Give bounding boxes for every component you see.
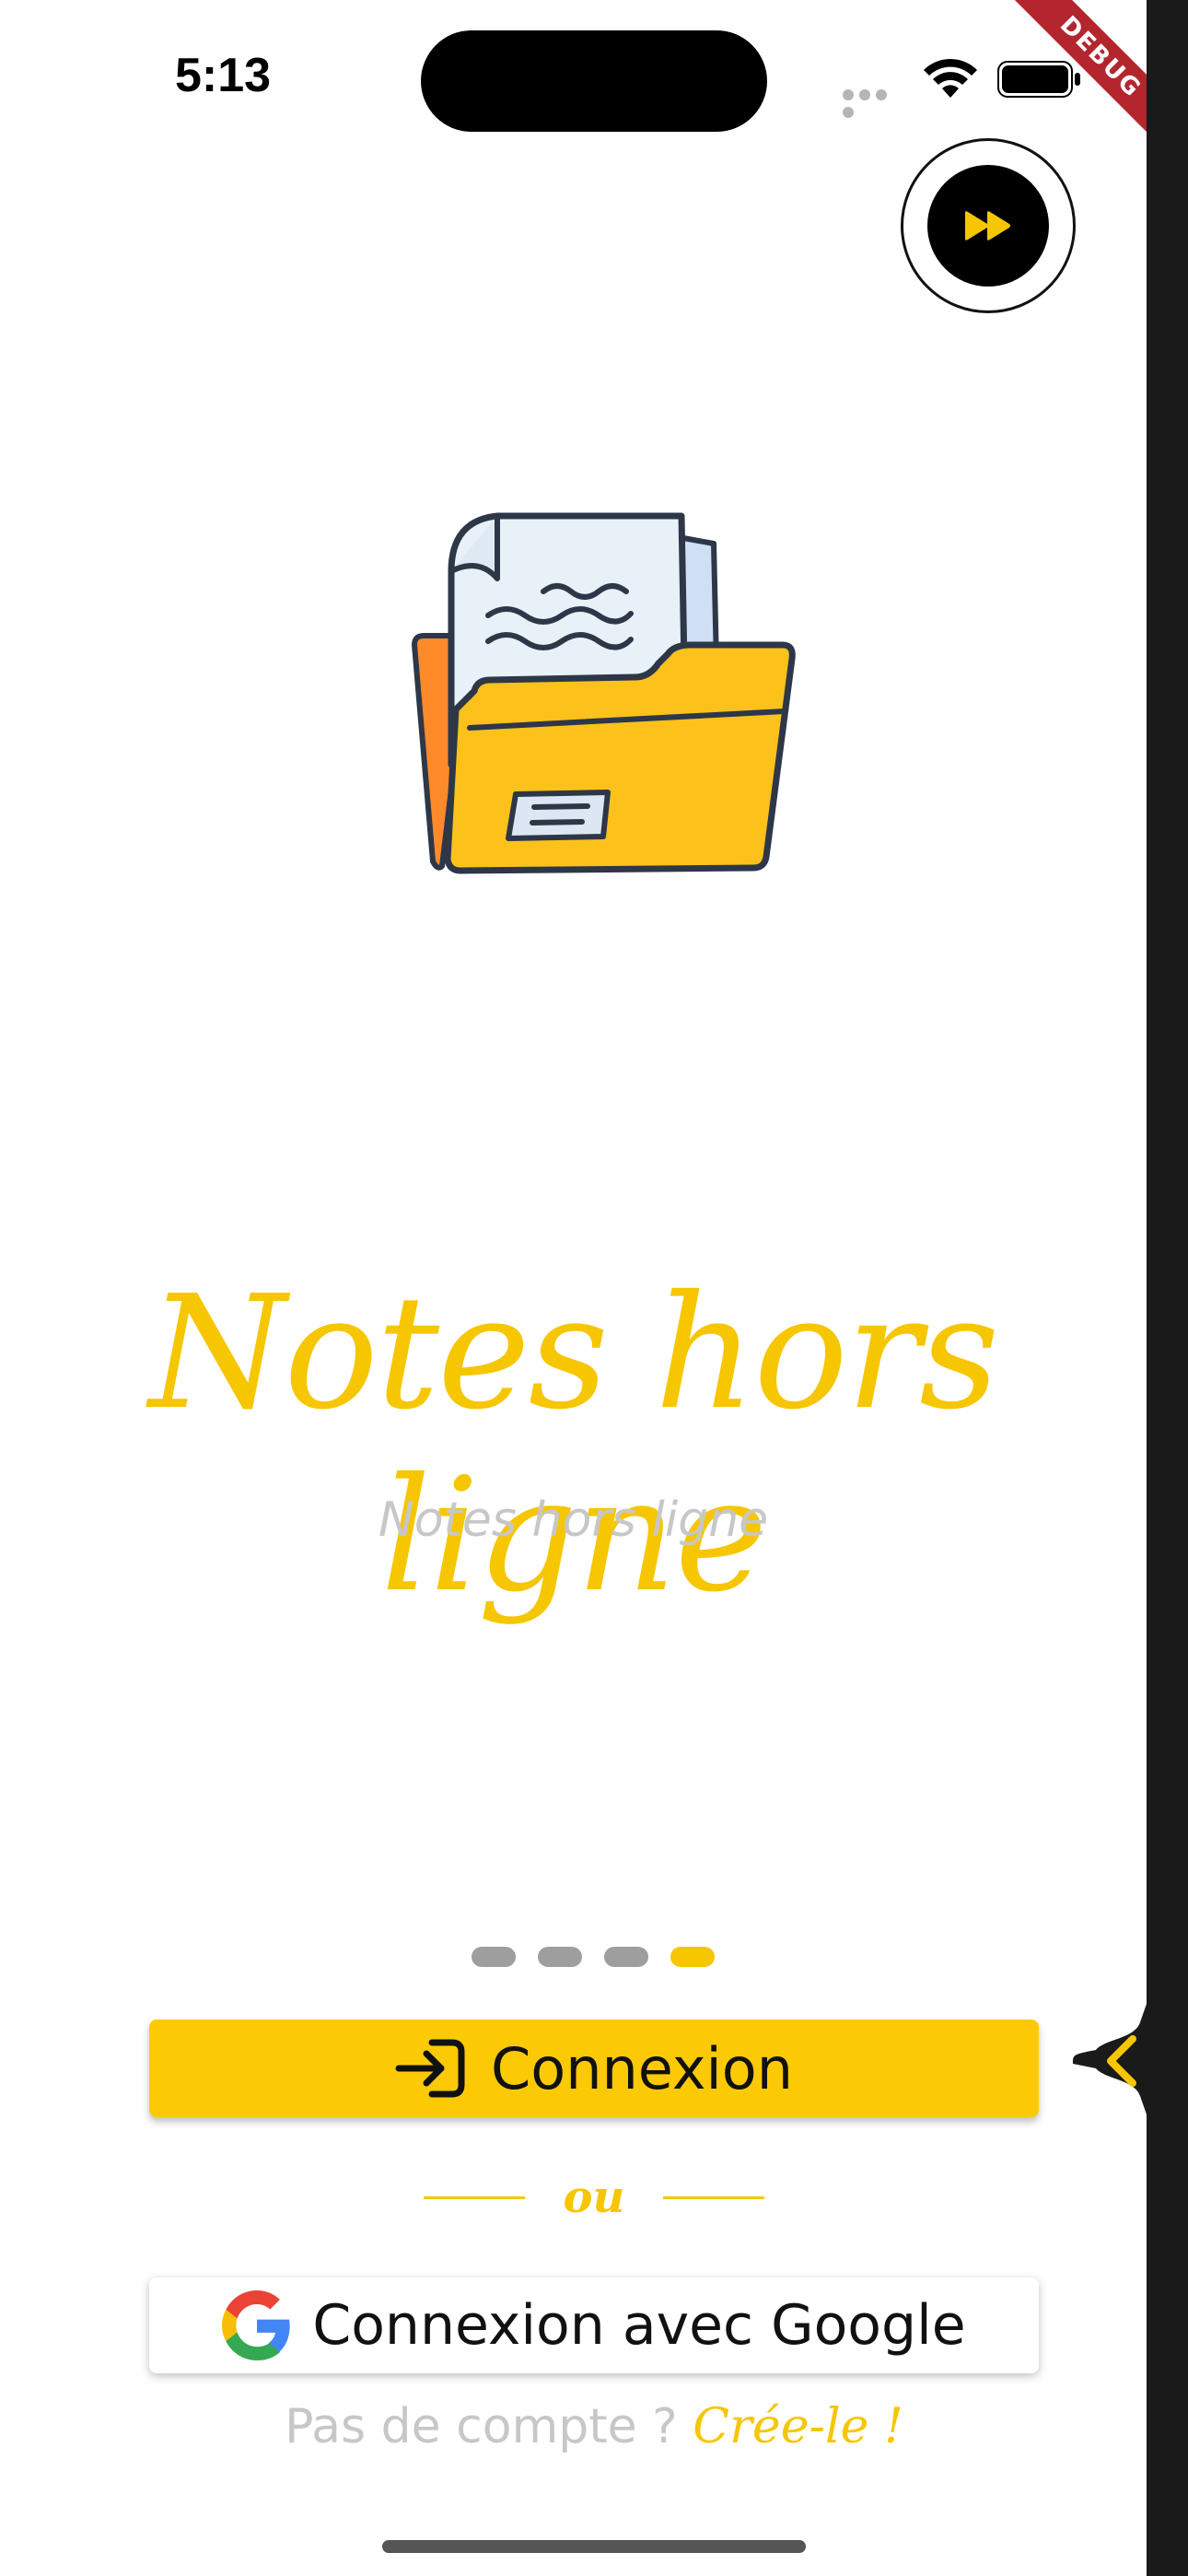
signup-link[interactable]: Crée-le ! (693, 2399, 903, 2454)
google-login-label: Connexion avec Google (312, 2293, 966, 2358)
onboarding-subtitle: Notes hors ligne (378, 1493, 769, 1548)
page-dot[interactable] (604, 1947, 648, 1967)
google-logo-icon (222, 2290, 290, 2360)
separator-line (662, 2195, 764, 2199)
folder-notes-illustration (412, 512, 796, 874)
wifi-icon (924, 58, 977, 98)
page-dot[interactable] (472, 1947, 516, 1967)
login-icon (395, 2039, 465, 2098)
signup-row: Pas de compte ? Crée-le ! (0, 2399, 1188, 2454)
or-separator: ou (424, 2165, 764, 2230)
fast-forward-icon (965, 211, 1010, 240)
side-panel (1147, 0, 1188, 2576)
battery-icon (997, 61, 1080, 98)
page-dot-active[interactable] (670, 1947, 715, 1967)
google-login-button[interactable]: Connexion avec Google (149, 2277, 1039, 2373)
home-indicator[interactable] (382, 2540, 806, 2553)
skip-button[interactable] (901, 138, 1076, 313)
status-time: 5:13 (175, 49, 272, 102)
onboarding-title: Notes hors ligne (148, 1262, 1000, 1627)
page-dot[interactable] (538, 1947, 582, 1967)
cellular-signal-icon (843, 87, 905, 118)
separator-line (424, 2195, 525, 2199)
login-button[interactable]: Connexion (149, 2020, 1039, 2117)
dynamic-island (421, 30, 767, 132)
side-drawer-tab[interactable] (1068, 1976, 1188, 2142)
login-button-label: Connexion (490, 2034, 793, 2102)
separator-text: ou (563, 2172, 625, 2223)
signup-prompt: Pas de compte ? (285, 2399, 678, 2454)
page-indicator (472, 1947, 715, 1969)
skip-button-inner (927, 165, 1049, 287)
